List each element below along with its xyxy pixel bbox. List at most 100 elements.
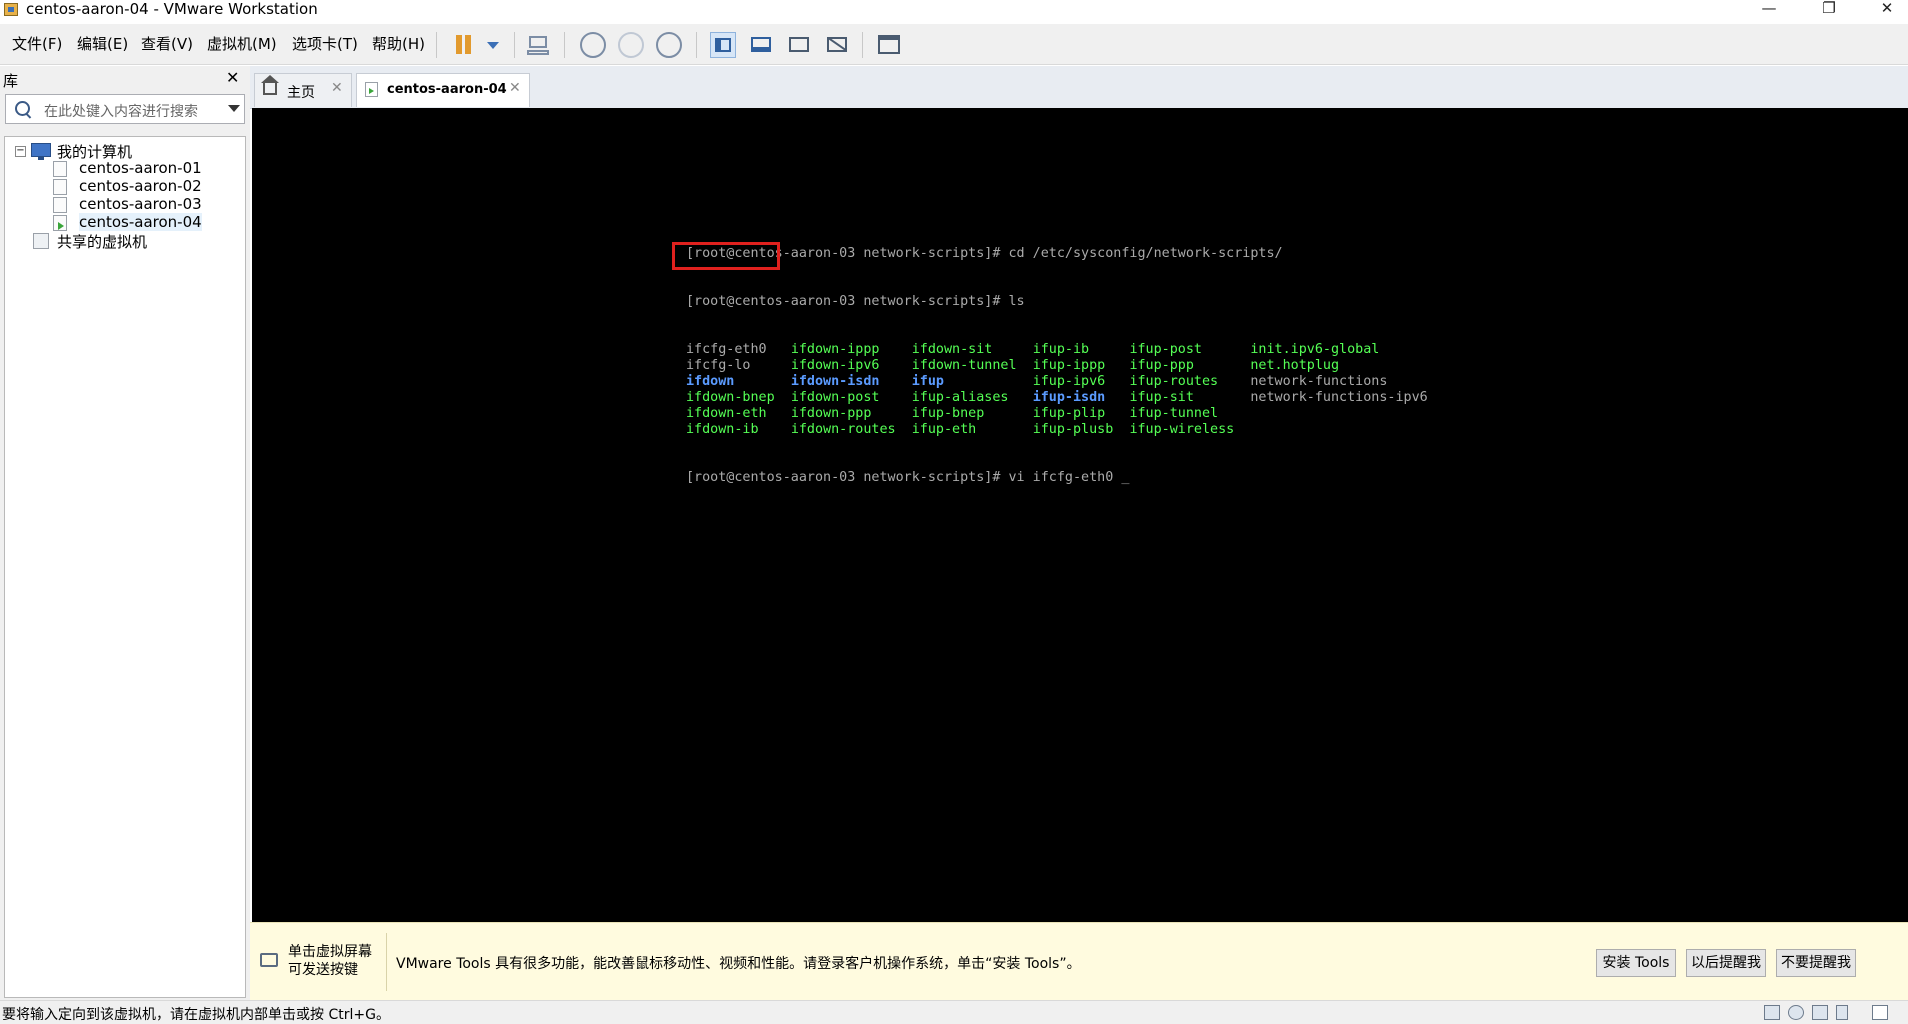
search-icon [15, 101, 30, 116]
ls-entry: ifup-plusb [1032, 422, 1114, 437]
never-remind-button[interactable]: 不要提醒我 [1776, 949, 1856, 977]
tree-shared-vms[interactable]: 共享的虚拟机 [57, 231, 147, 252]
ls-entry: ifdown-eth [686, 406, 767, 421]
snapshot-manager-icon[interactable] [656, 32, 682, 58]
ls-entry: ifdown-ppp [790, 406, 872, 421]
ls-entry: ifup-ib [1032, 342, 1090, 357]
library-tree: − 我的计算机 centos-aaron-01 centos-aaron-02 … [4, 136, 246, 998]
ls-row: ifdown-ib ifdown-routes ifup-eth ifup-pl… [686, 422, 1428, 438]
ls-entry: ifup-aliases [911, 390, 1009, 405]
ls-entry: ifdown-bnep [686, 390, 775, 405]
vm-icon [53, 197, 67, 213]
ls-entry: ifdown-ib [686, 422, 759, 437]
revert-snapshot-icon[interactable] [618, 32, 644, 58]
menu-toolbar: 文件(F) 编辑(E) 查看(V) 虚拟机(M) 选项卡(T) 帮助(H) [0, 24, 1908, 65]
tools-message: VMware Tools 具有很多功能，能改善鼠标移动性、视频和性能。请登录客户… [396, 956, 1081, 972]
ls-row: ifdown-bnep ifdown-post ifup-aliases ifu… [686, 390, 1428, 406]
dropdown-arrow-icon[interactable] [480, 32, 506, 58]
remind-later-button[interactable]: 以后提醒我 [1686, 949, 1766, 977]
vm-running-icon [365, 82, 378, 97]
unity-icon[interactable] [824, 32, 850, 58]
cd-dvd-icon[interactable] [1788, 1005, 1804, 1020]
window-title: centos-aaron-04 - VMware Workstation [26, 0, 318, 18]
ls-entry: ifdown-post [790, 390, 880, 405]
ls-entry: ifdown-ipv6 [790, 358, 880, 373]
tab-bar: 主页 ✕ centos-aaron-04 ✕ [250, 66, 1908, 109]
usb-icon[interactable] [1836, 1005, 1848, 1020]
menu-help[interactable]: 帮助(H) [372, 35, 425, 53]
menu-file[interactable]: 文件(F) [12, 35, 62, 53]
my-computer-icon [31, 143, 51, 160]
vm-console-screen[interactable]: [root@centos-aaron-03 network-scripts]# … [252, 108, 1908, 922]
snapshot-icon[interactable] [580, 32, 606, 58]
tab-centos-aaron-04[interactable]: centos-aaron-04 ✕ [356, 73, 530, 107]
ls-entry: ifdown-routes [790, 422, 896, 437]
toolbar-separator [696, 32, 697, 58]
menu-edit[interactable]: 编辑(E) [77, 35, 128, 53]
vm-icon [53, 161, 67, 177]
ls-entry: ifdown-tunnel [911, 358, 1017, 373]
full-screen-icon[interactable] [786, 32, 812, 58]
ls-entry: ifup [911, 374, 944, 389]
status-message: 要将输入定向到该虚拟机，请在虚拟机内部单击或按 Ctrl+G。 [2, 1007, 390, 1023]
close-window-button[interactable]: ✕ [1864, 0, 1908, 19]
ls-entry: ifup-ppp [1129, 358, 1194, 373]
install-tools-button[interactable]: 安装 Tools [1596, 949, 1676, 977]
ls-output: ifcfg-eth0 ifdown-ippp ifdown-sit ifup-i… [686, 342, 1428, 438]
ls-row: ifcfg-lo ifdown-ipv6 ifdown-tunnel ifup-… [686, 358, 1428, 374]
library-search-input[interactable]: 在此处键入内容进行搜索 [5, 94, 245, 124]
console-view-icon[interactable] [876, 32, 902, 58]
network-adapter-icon[interactable] [1812, 1005, 1828, 1020]
library-close-button[interactable]: ✕ [226, 68, 239, 87]
vm-running-icon [53, 215, 67, 231]
minimize-button[interactable]: — [1746, 0, 1792, 19]
search-placeholder: 在此处键入内容进行搜索 [44, 104, 198, 120]
tab-home[interactable]: 主页 ✕ [254, 73, 352, 107]
tree-vm-centos-aaron-03[interactable]: centos-aaron-03 [79, 195, 202, 213]
ls-entry: ifup-ippp [1032, 358, 1106, 373]
tree-vm-centos-aaron-02[interactable]: centos-aaron-02 [79, 177, 202, 195]
keyboard-screen-icon [260, 953, 278, 967]
terminal-line: [root@centos-aaron-03 network-scripts]# … [686, 294, 1025, 309]
ls-entry: ifup-ipv6 [1032, 374, 1106, 389]
click-screen-hint: 单击虚拟屏幕 可发送按键 [288, 943, 388, 979]
toolbar-separator [564, 32, 565, 58]
ls-entry: network-functions-ipv6 [1250, 390, 1428, 405]
terminal-line: [root@centos-aaron-03 network-scripts]# … [686, 470, 1130, 485]
hard-disk-icon[interactable] [1764, 1005, 1780, 1020]
tree-vm-centos-aaron-04[interactable]: centos-aaron-04 [79, 213, 202, 231]
toolbar-separator [862, 32, 863, 58]
restore-button[interactable]: ❐ [1806, 0, 1852, 19]
ls-entry: ifdown [686, 374, 735, 389]
ls-entry: ifdown-sit [911, 342, 993, 357]
hint-line: 单击虚拟屏幕 [288, 944, 372, 960]
ls-entry: ifdown-ippp [790, 342, 880, 357]
menu-vm[interactable]: 虚拟机(M) [207, 35, 277, 53]
ls-entry: ifup-eth [911, 422, 977, 437]
tree-vm-centos-aaron-01[interactable]: centos-aaron-01 [79, 159, 202, 177]
ls-entry: ifup-wireless [1129, 422, 1235, 437]
vmware-tools-bar: 单击虚拟屏幕 可发送按键 VMware Tools 具有很多功能，能改善鼠标移动… [250, 922, 1908, 1001]
menu-view[interactable]: 查看(V) [141, 35, 193, 53]
menu-tabs[interactable]: 选项卡(T) [292, 35, 358, 53]
thumbnail-bar-icon[interactable] [748, 32, 774, 58]
tree-expander-icon[interactable]: − [15, 146, 26, 157]
tab-home-close-button[interactable]: ✕ [331, 80, 343, 96]
tab-vm-close-button[interactable]: ✕ [509, 80, 521, 96]
pause-icon[interactable] [452, 32, 478, 58]
ls-entry: ifup-post [1129, 342, 1202, 357]
vm-icon [53, 179, 67, 195]
terminal-output: [root@centos-aaron-03 network-scripts]# … [686, 214, 1428, 518]
tab-vm-label: centos-aaron-04 [387, 82, 507, 97]
send-ctrl-alt-del-icon[interactable] [526, 32, 552, 58]
title-bar: centos-aaron-04 - VMware Workstation — ❐… [0, 0, 1908, 19]
ls-entry: ifup-tunnel [1129, 406, 1219, 421]
ls-entry: init.ipv6-global [1250, 342, 1380, 357]
home-icon [261, 75, 279, 95]
ifcfg-eth0-highlight-box [672, 242, 780, 270]
show-library-icon[interactable] [710, 32, 736, 58]
ls-entry: ifup-bnep [911, 406, 985, 421]
message-log-icon[interactable] [1872, 1005, 1888, 1020]
search-dropdown-icon[interactable] [228, 105, 240, 112]
shared-vms-icon [33, 233, 49, 249]
